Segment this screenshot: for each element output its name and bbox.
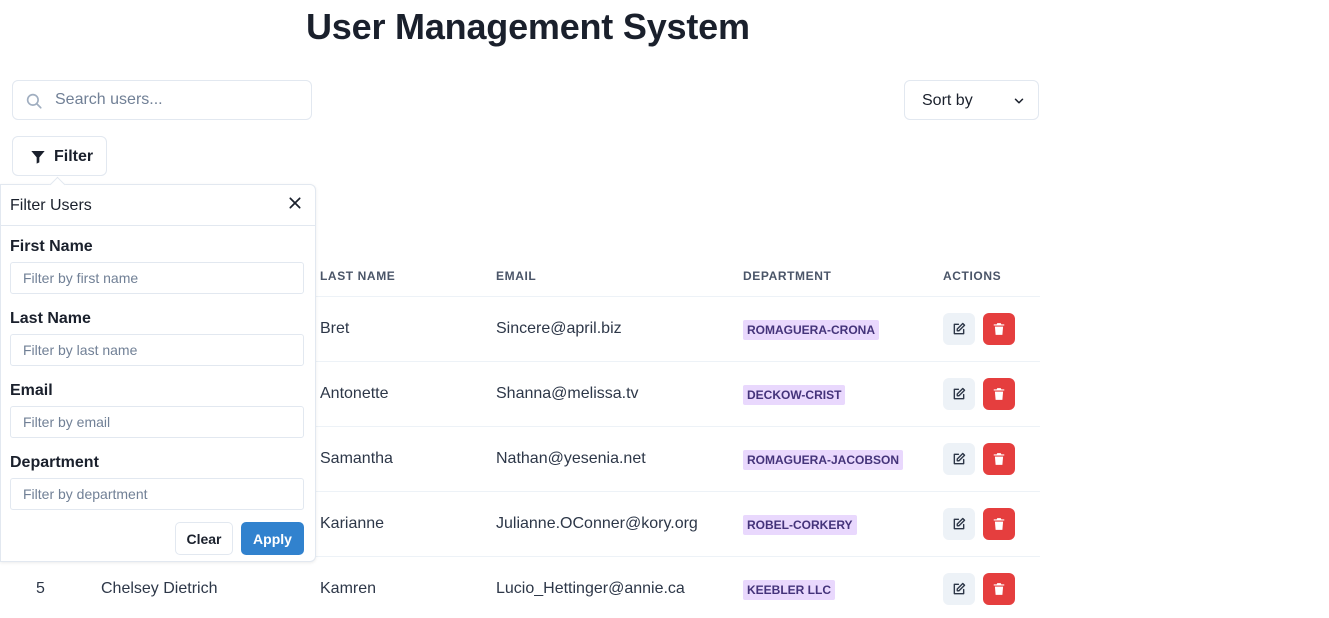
delete-button[interactable] [983,378,1015,410]
delete-button[interactable] [983,508,1015,540]
filter-icon [31,151,45,164]
department-badge: DECKOW-CRIST [743,385,846,405]
department-badge: ROMAGUERA-JACOBSON [743,450,904,470]
edit-button[interactable] [943,443,975,475]
chevron-down-icon [1014,98,1024,104]
close-icon[interactable] [287,195,303,211]
column-header-email[interactable]: EMAIL [496,269,536,283]
department-filter-input[interactable] [10,478,304,510]
first-name-filter-input[interactable] [10,262,304,294]
cell-last-name: Bret [320,320,350,337]
edit-icon [953,517,966,530]
trash-icon [993,518,1005,530]
last-name-label: Last Name [10,310,91,327]
cell-last-name: Karianne [320,515,385,532]
filter-popover-header: Filter Users [1,185,315,226]
column-header-actions: ACTIONS [943,269,1002,283]
edit-icon [953,322,966,335]
edit-button[interactable] [943,378,975,410]
edit-button[interactable] [943,313,975,345]
cell-email: Shanna@melissa.tv [496,385,639,402]
column-header-last-name[interactable]: LAST NAME [320,269,395,283]
sort-select-label: Sort by [922,92,973,109]
delete-button[interactable] [983,573,1015,605]
page-title: User Management System [306,6,750,47]
delete-button[interactable] [983,313,1015,345]
trash-icon [993,583,1005,595]
last-name-filter-input[interactable] [10,334,304,366]
filter-button-label: Filter [54,148,94,165]
search-icon [26,93,42,109]
first-name-label: First Name [10,238,93,255]
edit-button[interactable] [943,573,975,605]
filter-button[interactable]: Filter [12,136,107,176]
cell-last-name: Antonette [320,385,389,402]
department-badge: ROMAGUERA-CRONA [743,320,879,340]
sort-select[interactable]: Sort by [904,80,1039,120]
department-badge: ROBEL-CORKERY [743,515,857,535]
email-label: Email [10,382,53,399]
cell-last-name: Samantha [320,450,393,467]
edit-icon [953,452,966,465]
search-input[interactable] [53,81,303,119]
trash-icon [993,388,1005,400]
column-header-department[interactable]: DEPARTMENT [743,269,831,283]
filter-popover-title: Filter Users [10,197,92,214]
cell-email: Nathan@yesenia.net [496,450,646,467]
cell-last-name: Kamren [320,580,377,597]
cell-name: Chelsey Dietrich [101,580,218,597]
cell-email: Sincere@april.biz [496,320,622,337]
cell-id: 5 [36,580,45,597]
cell-email: Lucio_Hettinger@annie.ca [496,580,685,597]
email-filter-input[interactable] [10,406,304,438]
trash-icon [993,453,1005,465]
search-box[interactable] [12,80,312,120]
edit-button[interactable] [943,508,975,540]
edit-icon [953,387,966,400]
department-badge: KEEBLER LLC [743,580,835,600]
filter-popover: Filter Users First Name Last Name Email … [0,184,316,562]
edit-icon [953,582,966,595]
trash-icon [993,323,1005,335]
apply-button[interactable]: Apply [241,522,304,555]
delete-button[interactable] [983,443,1015,475]
department-label: Department [10,454,99,471]
cell-email: Julianne.OConner@kory.org [496,515,698,532]
clear-button[interactable]: Clear [175,522,233,555]
